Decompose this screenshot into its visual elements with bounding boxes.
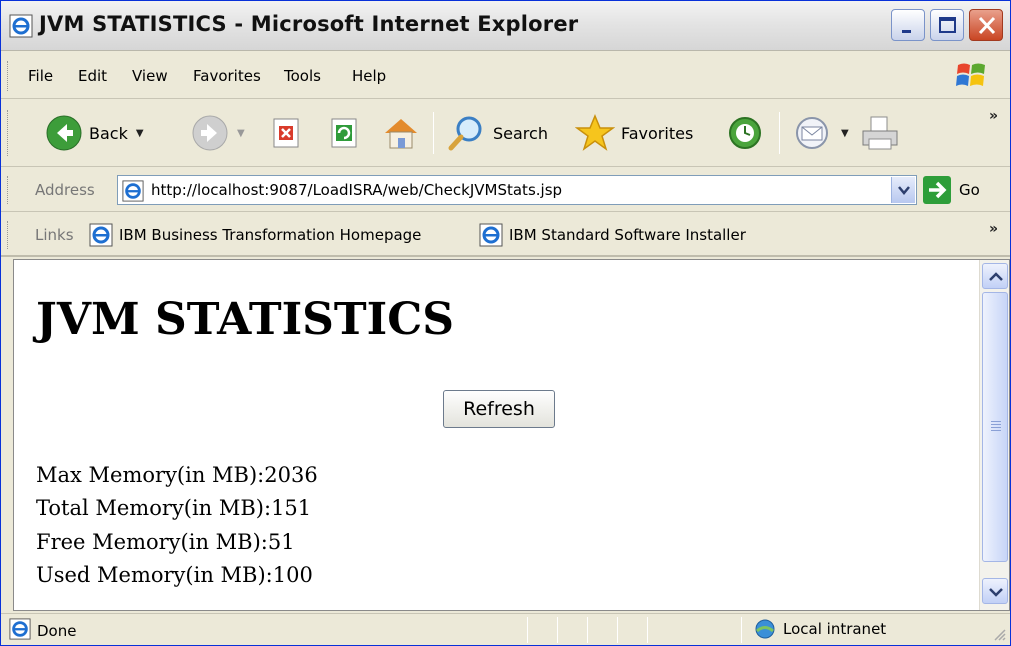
standard-toolbar: Back ▼ ▼ Search Favorites ▼ » [1,100,1010,167]
address-label: Address [35,181,95,199]
status-text: Done [37,622,77,640]
menu-help[interactable]: Help [352,67,386,85]
ie-page-icon [9,618,31,640]
close-button[interactable] [969,9,1003,41]
chevron-down-icon [898,186,910,195]
page-icon [122,180,144,202]
resize-grip-icon[interactable] [991,626,1007,642]
home-button[interactable] [381,110,421,156]
status-bar: Done Local intranet [1,613,1010,645]
address-grip[interactable] [7,176,10,204]
search-icon [448,116,482,151]
menu-grip[interactable] [7,61,10,91]
address-url[interactable]: http://localhost:9087/LoadISRA/web/Check… [151,181,562,199]
status-divider [587,617,588,643]
ie-page-icon [479,223,503,247]
page-title: JVM STATISTICS [36,294,455,345]
page-viewport: JVM STATISTICS Refresh Max Memory(in MB)… [13,259,1010,611]
toolbar-separator [433,112,434,154]
mail-dropdown-icon[interactable]: ▼ [841,128,849,139]
back-dropdown-icon[interactable]: ▼ [136,128,144,139]
zone-label: Local intranet [783,620,887,638]
search-label: Search [493,123,548,143]
maximize-icon [939,17,956,33]
back-button[interactable]: Back ▼ [45,110,144,156]
chevron-up-icon [989,272,1003,281]
address-dropdown-button[interactable] [891,177,915,203]
refresh-button[interactable]: Refresh [443,390,555,428]
menu-favorites[interactable]: Favorites [193,67,261,85]
links-grip[interactable] [7,221,10,249]
status-divider [557,617,558,643]
stop-icon [273,118,299,148]
menu-edit[interactable]: Edit [78,67,107,85]
scroll-grip-icon [991,421,1001,422]
max-memory-stat: Max Memory(in MB):2036 [36,463,318,487]
ie-icon [9,14,33,38]
favorites-label: Favorites [621,123,694,143]
favorites-button[interactable]: Favorites [575,110,693,156]
windows-logo-icon [956,63,985,86]
free-memory-stat: Free Memory(in MB):51 [36,530,295,554]
links-overflow-button[interactable]: » [989,221,998,237]
mail-button[interactable]: ▼ [793,110,849,156]
go-label[interactable]: Go [959,181,980,199]
history-icon [729,117,761,149]
scroll-up-button[interactable] [982,263,1008,289]
forward-button[interactable]: ▼ [191,110,245,156]
refresh-icon [331,118,357,148]
mail-icon [796,117,828,149]
window-title: JVM STATISTICS - Microsoft Internet Expl… [39,12,579,36]
address-bar: Address http://localhost:9087/LoadISRA/w… [1,168,1010,212]
address-input[interactable]: http://localhost:9087/LoadISRA/web/Check… [117,175,917,205]
links-label: Links [35,226,74,244]
total-memory-stat: Total Memory(in MB):151 [36,496,312,520]
status-divider [527,617,528,643]
go-arrow-icon [929,181,947,199]
status-divider [617,617,618,643]
scroll-thumb[interactable] [982,292,1008,562]
forward-arrow-icon [192,115,228,151]
status-divider [647,617,648,643]
favorites-star-icon [575,114,615,151]
menu-tools[interactable]: Tools [284,67,321,85]
menu-bar: File Edit View Favorites Tools Help [1,53,1010,99]
history-button[interactable] [725,110,765,156]
stop-button[interactable] [269,110,303,156]
links-bar: Links IBM Business Transformation Homepa… [1,213,1010,257]
browser-window: JVM STATISTICS - Microsoft Internet Expl… [0,0,1011,646]
back-label: Back [89,123,128,143]
link-label: IBM Standard Software Installer [509,226,746,244]
ie-page-icon [89,223,113,247]
used-memory-stat: Used Memory(in MB):100 [36,563,313,587]
print-icon [862,116,898,150]
back-arrow-icon [46,115,82,151]
toolbar-separator [779,112,780,154]
toolbar-overflow-button[interactable]: » [989,108,998,124]
go-button[interactable] [923,176,951,204]
scroll-down-button[interactable] [982,578,1008,604]
link-label: IBM Business Transformation Homepage [119,226,422,244]
link-ibm-business-transformation[interactable]: IBM Business Transformation Homepage [89,223,421,247]
chevron-down-icon [989,588,1003,597]
toolbar-grip[interactable] [7,110,10,156]
close-icon [978,16,996,35]
vertical-scrollbar[interactable] [979,260,1009,610]
link-ibm-software-installer[interactable]: IBM Standard Software Installer [479,223,746,247]
search-button[interactable]: Search [447,110,548,156]
home-icon [385,119,417,149]
maximize-button[interactable] [930,9,964,41]
menu-file[interactable]: File [28,67,53,85]
menu-view[interactable]: View [132,67,168,85]
status-divider [741,617,742,643]
title-bar[interactable]: JVM STATISTICS - Microsoft Internet Expl… [1,1,1010,51]
refresh-browser-button[interactable] [327,110,361,156]
local-intranet-icon [755,619,775,639]
forward-dropdown-icon[interactable]: ▼ [237,128,245,139]
print-button[interactable] [859,110,901,156]
minimize-icon [902,30,911,33]
minimize-button[interactable] [891,9,925,41]
security-zone[interactable]: Local intranet [753,618,886,640]
